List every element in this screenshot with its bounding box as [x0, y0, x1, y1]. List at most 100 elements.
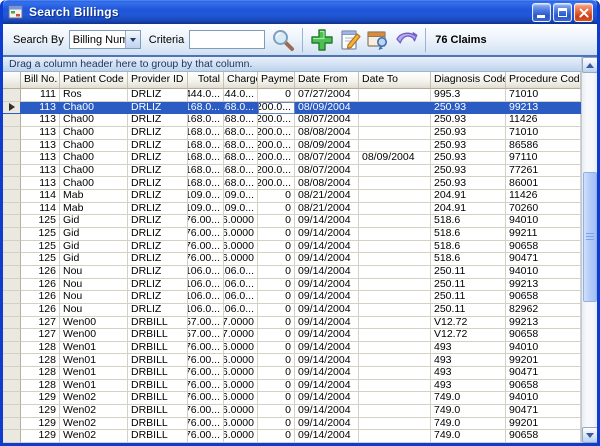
- column-header-total[interactable]: Total: [188, 72, 224, 89]
- edit-icon[interactable]: [338, 28, 362, 52]
- cell-bill[interactable]: 127: [21, 317, 60, 330]
- cell-date_to[interactable]: [359, 418, 431, 431]
- group-by-panel[interactable]: Drag a column header here to group by th…: [3, 57, 581, 72]
- cell-diagnosis[interactable]: 749.0: [431, 418, 506, 431]
- cell-diagnosis[interactable]: 995.3: [431, 89, 506, 102]
- cell-charges[interactable]: 368.0...: [224, 177, 258, 190]
- cell-procedure[interactable]: 99211: [506, 228, 581, 241]
- table-row[interactable]: 126NouDRLIZ106.0...106.0...009/14/200425…: [3, 266, 581, 279]
- cell-date_from[interactable]: 09/14/2004: [295, 304, 359, 317]
- cell-date_from[interactable]: 09/14/2004: [295, 215, 359, 228]
- table-row[interactable]: 114MabDRLIZ109.0...109.0...008/21/200420…: [3, 190, 581, 203]
- cell-date_from[interactable]: 09/14/2004: [295, 253, 359, 266]
- cell-payment[interactable]: 0: [258, 354, 295, 367]
- cell-provider[interactable]: DRLIZ: [128, 140, 188, 153]
- column-header-payment[interactable]: Payme...: [258, 72, 295, 89]
- cell-date_to[interactable]: [359, 317, 431, 330]
- selector-column-header[interactable]: [3, 72, 21, 89]
- cell-patient[interactable]: Nou: [60, 266, 128, 279]
- table-row[interactable]: 125GidDRLIZ76.00...76.0000009/14/2004518…: [3, 241, 581, 254]
- cell-diagnosis[interactable]: 250.93: [431, 140, 506, 153]
- cell-date_to[interactable]: [359, 380, 431, 393]
- cell-bill[interactable]: 127: [21, 329, 60, 342]
- cell-total[interactable]: 76.00...: [188, 253, 224, 266]
- column-header-date_to[interactable]: Date To: [359, 72, 431, 89]
- cell-procedure[interactable]: 99201: [506, 418, 581, 431]
- table-row[interactable]: 114MabDRLIZ109.0...109.0...008/21/200420…: [3, 203, 581, 216]
- cell-date_to[interactable]: [359, 190, 431, 203]
- cell-diagnosis[interactable]: 518.6: [431, 228, 506, 241]
- row-selector-cell[interactable]: [3, 152, 21, 165]
- cell-total[interactable]: 76.00...: [188, 418, 224, 431]
- cell-bill[interactable]: 113: [21, 114, 60, 127]
- cell-bill[interactable]: 126: [21, 279, 60, 292]
- column-header-bill[interactable]: Bill No.: [21, 72, 60, 89]
- cell-provider[interactable]: DRLIZ: [128, 127, 188, 140]
- cell-diagnosis[interactable]: 250.93: [431, 177, 506, 190]
- cell-patient[interactable]: Cha00: [60, 165, 128, 178]
- cell-date_from[interactable]: 09/14/2004: [295, 367, 359, 380]
- cell-patient[interactable]: Cha00: [60, 114, 128, 127]
- cell-bill[interactable]: 126: [21, 266, 60, 279]
- cell-date_from[interactable]: 09/14/2004: [295, 354, 359, 367]
- row-selector-cell[interactable]: [3, 405, 21, 418]
- cell-patient[interactable]: Wen01: [60, 380, 128, 393]
- maximize-button[interactable]: [553, 3, 572, 22]
- cell-diagnosis[interactable]: 518.6: [431, 253, 506, 266]
- table-row[interactable]: 125GidDRLIZ76.00...76.0000009/14/2004518…: [3, 215, 581, 228]
- table-row[interactable]: 129Wen02DRBILL76.00...76.0000009/14/2004…: [3, 430, 581, 443]
- cell-bill[interactable]: 128: [21, 354, 60, 367]
- cell-total[interactable]: 168.0...: [188, 140, 224, 153]
- cell-provider[interactable]: DRLIZ: [128, 114, 188, 127]
- cell-diagnosis[interactable]: 204.91: [431, 203, 506, 216]
- cell-patient[interactable]: Cha00: [60, 177, 128, 190]
- cell-date_to[interactable]: [359, 354, 431, 367]
- scroll-up-button[interactable]: [582, 57, 598, 73]
- titlebar[interactable]: Search Billings: [3, 0, 597, 24]
- vertical-scrollbar[interactable]: [581, 57, 597, 443]
- cell-date_from[interactable]: 09/14/2004: [295, 342, 359, 355]
- cell-diagnosis[interactable]: 518.6: [431, 215, 506, 228]
- cell-procedure[interactable]: 71010: [506, 89, 581, 102]
- cell-bill[interactable]: 128: [21, 380, 60, 393]
- cell-payment[interactable]: 0: [258, 203, 295, 216]
- cell-bill[interactable]: 113: [21, 165, 60, 178]
- row-selector-cell[interactable]: [3, 304, 21, 317]
- cell-total[interactable]: 76.00...: [188, 241, 224, 254]
- cell-procedure[interactable]: 99213: [506, 279, 581, 292]
- row-selector-cell[interactable]: [3, 354, 21, 367]
- cell-charges[interactable]: 57.0000: [224, 329, 258, 342]
- cell-provider[interactable]: DRLIZ: [128, 177, 188, 190]
- cell-date_from[interactable]: 09/14/2004: [295, 291, 359, 304]
- cell-payment[interactable]: 200.0...: [258, 177, 295, 190]
- cell-patient[interactable]: Wen02: [60, 405, 128, 418]
- cell-provider[interactable]: DRLIZ: [128, 241, 188, 254]
- cell-charges[interactable]: 106.0...: [224, 304, 258, 317]
- cell-diagnosis[interactable]: V12.72: [431, 317, 506, 330]
- cell-date_to[interactable]: [359, 430, 431, 443]
- cell-total[interactable]: 168.0...: [188, 127, 224, 140]
- cell-charges[interactable]: 76.0000: [224, 215, 258, 228]
- cell-provider[interactable]: DRLIZ: [128, 89, 188, 102]
- cell-provider[interactable]: DRLIZ: [128, 228, 188, 241]
- cell-payment[interactable]: 0: [258, 405, 295, 418]
- table-row[interactable]: 129Wen02DRBILL76.00...76.0000009/14/2004…: [3, 418, 581, 431]
- row-selector-cell[interactable]: [3, 418, 21, 431]
- cell-total[interactable]: 106.0...: [188, 291, 224, 304]
- cell-patient[interactable]: Mab: [60, 203, 128, 216]
- cell-payment[interactable]: 0: [258, 367, 295, 380]
- cell-procedure[interactable]: 86001: [506, 177, 581, 190]
- cell-bill[interactable]: 113: [21, 140, 60, 153]
- submit-icon[interactable]: [394, 28, 418, 52]
- cell-total[interactable]: 76.00...: [188, 367, 224, 380]
- cell-payment[interactable]: 0: [258, 342, 295, 355]
- cell-payment[interactable]: 0: [258, 392, 295, 405]
- cell-payment[interactable]: 0: [258, 190, 295, 203]
- cell-procedure[interactable]: 90658: [506, 291, 581, 304]
- cell-diagnosis[interactable]: 493: [431, 367, 506, 380]
- cell-procedure[interactable]: 86586: [506, 140, 581, 153]
- cell-total[interactable]: 109.0...: [188, 190, 224, 203]
- cell-payment[interactable]: 0: [258, 215, 295, 228]
- cell-payment[interactable]: 0: [258, 291, 295, 304]
- cell-charges[interactable]: 76.0000: [224, 342, 258, 355]
